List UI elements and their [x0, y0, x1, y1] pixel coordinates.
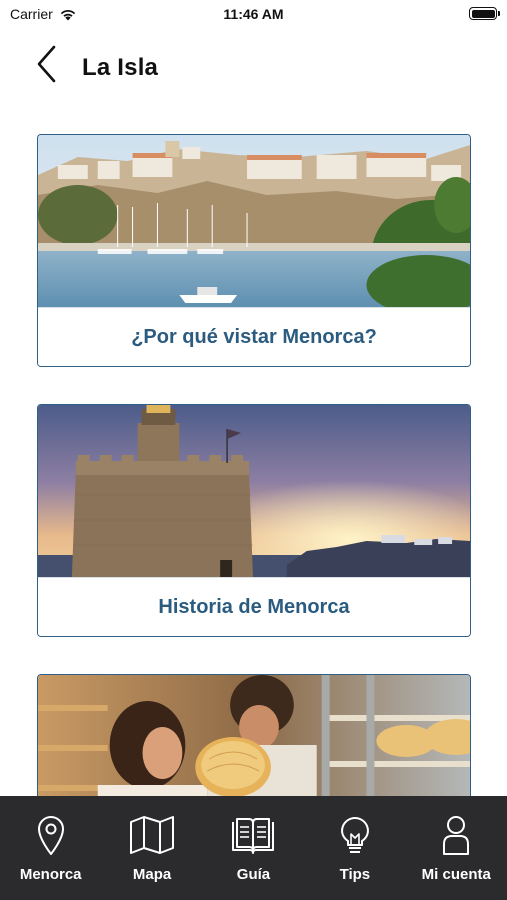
card-history[interactable]: Historia de Menorca	[37, 404, 471, 637]
book-icon	[232, 818, 275, 854]
user-icon	[443, 816, 470, 855]
tab-label: Tips	[339, 866, 371, 883]
tab-label: Mi cuenta	[421, 866, 491, 883]
tab-bar: Menorca Mapa Guía Tips Mi cuenta	[0, 796, 507, 900]
tab-menorca[interactable]: Menorca	[1, 814, 101, 883]
page-title: La Isla	[82, 54, 159, 81]
tab-guia[interactable]: Guía	[203, 814, 303, 883]
tab-label: Guía	[236, 866, 271, 883]
lightbulb-icon	[340, 817, 369, 853]
nav-header: La Isla	[0, 40, 507, 95]
clock: 11:46 AM	[223, 6, 284, 22]
battery-icon	[469, 7, 500, 20]
tab-mi-cuenta[interactable]: Mi cuenta	[406, 814, 506, 883]
map-icon	[130, 816, 175, 854]
harbor-photo	[38, 135, 470, 308]
tab-label: Menorca	[19, 866, 82, 883]
status-bar: Carrier 11:46 AM	[0, 0, 507, 30]
card-label: Historia de Menorca	[38, 577, 470, 636]
tab-label: Mapa	[132, 866, 172, 883]
card-label: ¿Por qué vistar Menorca?	[38, 307, 470, 366]
card-list: ¿Por qué vistar Menorca? Historia de Men…	[37, 134, 471, 900]
location-pin-icon	[37, 816, 64, 855]
card-why-visit[interactable]: ¿Por qué vistar Menorca?	[37, 134, 471, 367]
tab-mapa[interactable]: Mapa	[102, 814, 202, 883]
tab-tips[interactable]: Tips	[305, 814, 405, 883]
tower-sunset-photo	[38, 405, 470, 578]
back-chevron-icon[interactable]	[30, 44, 64, 84]
